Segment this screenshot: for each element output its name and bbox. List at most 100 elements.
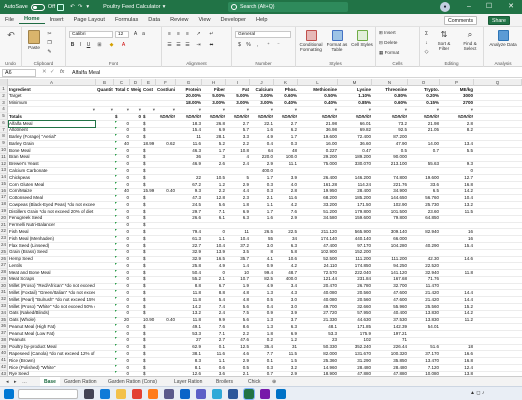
nutrient-value[interactable]: 0.5 <box>373 148 407 155</box>
nutrient-value[interactable] <box>227 168 249 175</box>
nutrient-value[interactable]: 35.850 <box>373 358 407 365</box>
ingredient-cost-unit[interactable]: 0.62 <box>157 141 175 148</box>
nutrient-value[interactable]: 0.9 <box>251 310 273 317</box>
explorer-icon[interactable] <box>116 389 126 399</box>
nutrient-value[interactable]: 22 <box>177 175 201 182</box>
nutrient-value[interactable]: 10.5 <box>203 175 225 182</box>
row-header[interactable]: 16 <box>0 187 8 195</box>
row-header[interactable]: 9 <box>0 140 8 147</box>
nutrient-value[interactable]: 174.140 <box>299 236 337 243</box>
nutrient-value[interactable]: 0.227 <box>299 148 337 155</box>
column-header-o[interactable]: O <box>408 79 440 86</box>
nutrient-value[interactable]: 3.0 <box>251 243 273 250</box>
nutrient-value[interactable]: 22.520 <box>409 263 439 270</box>
sort-filter-button[interactable]: ⇅ Sort & Filter <box>432 30 456 51</box>
target-value[interactable]: 0.20% <box>409 93 439 100</box>
nutrient-value[interactable]: 11 <box>227 229 249 236</box>
target-value[interactable]: 20.00% <box>177 93 201 100</box>
nutrient-value[interactable]: 8.3 <box>177 358 201 365</box>
nutrient-value[interactable]: 1.4 <box>227 263 249 270</box>
nutrient-value[interactable]: 15.2 <box>441 304 473 311</box>
nutrient-value[interactable]: 79.800 <box>373 215 407 222</box>
ingredient-name[interactable]: Rice (Brown) <box>9 358 95 365</box>
minimum-label[interactable]: Minimum <box>9 100 95 107</box>
ingredient-name[interactable]: Alfalfa Meal <box>8 119 96 129</box>
ingredient-cost[interactable]: $ <box>143 154 155 161</box>
nutrient-value[interactable]: 1.1 <box>203 236 225 243</box>
ingredient-quantity[interactable]: 0 <box>115 262 129 270</box>
minimum-value[interactable]: 18.00% <box>177 100 201 107</box>
nutrient-value[interactable]: 40.290 <box>409 243 439 250</box>
nutrient-value[interactable]: 352.240 <box>339 344 371 351</box>
nutrient-value[interactable]: 0.3 <box>251 182 273 189</box>
nutrient-value[interactable]: 565.900 <box>339 229 371 236</box>
ingredient-cost-unit[interactable] <box>157 222 175 229</box>
nutrient-value[interactable]: 50.330 <box>299 344 337 351</box>
ingredient-quantity[interactable]: 0 <box>115 161 129 168</box>
nutrient-value[interactable]: 2.6 <box>203 161 225 168</box>
row-header[interactable]: 30 <box>0 282 8 290</box>
ingredient-cost-unit[interactable]: 0.40 <box>157 317 175 324</box>
ingredient-quantity[interactable]: 0 <box>115 351 129 358</box>
nutrient-value[interactable]: 3.5 <box>227 249 249 256</box>
minimum-value[interactable]: 0.60% <box>373 100 407 107</box>
column-header-h[interactable]: H <box>202 79 226 86</box>
ingredient-cost[interactable]: $ <box>143 331 155 338</box>
nutrient-value[interactable]: 14.4 <box>441 297 473 304</box>
nutrient-value[interactable]: 146.200 <box>339 175 371 182</box>
nutrient-value[interactable]: 5.6 <box>203 202 225 209</box>
nutrient-value[interactable]: 1.3 <box>251 317 273 324</box>
nutrient-value[interactable]: 99.4 <box>251 270 273 277</box>
paste-button[interactable]: Paste <box>25 30 43 50</box>
select-all-corner[interactable] <box>0 79 8 86</box>
nutrient-value[interactable]: 2.9 <box>275 215 297 222</box>
target-value[interactable]: 0.80% <box>373 93 407 100</box>
row-header[interactable]: 36 <box>0 323 8 331</box>
row-header[interactable]: 31 <box>0 289 8 297</box>
ingredient-cost-unit[interactable] <box>157 344 175 351</box>
ingredient-cost-unit[interactable] <box>157 263 175 270</box>
nutrient-value[interactable]: 171.50 <box>339 202 371 209</box>
ingredient-cost[interactable]: $ <box>143 222 155 229</box>
formula-input[interactable]: Alfalfa Meal <box>72 69 100 77</box>
nutrient-value[interactable]: 26.780 <box>339 283 371 290</box>
nutrient-value[interactable]: 0.7 <box>409 148 439 155</box>
ingredient-cost-unit[interactable] <box>157 215 175 222</box>
nutrient-value[interactable]: 179.800 <box>339 209 371 216</box>
ingredient-cost[interactable]: $ <box>143 290 155 297</box>
ingredient-quantity[interactable]: 0 <box>115 256 129 263</box>
store-icon[interactable] <box>164 389 174 399</box>
conditional-formatting-button[interactable]: Conditional Formatting <box>298 30 324 52</box>
ingredient-cost-unit[interactable] <box>157 168 175 175</box>
filter-dropdown-icon[interactable]: ▾ <box>275 107 297 114</box>
nutrient-value[interactable]: 4 <box>227 154 249 161</box>
filter-dropdown-icon[interactable]: ▾ <box>409 107 439 114</box>
ingredient-name[interactable]: Millet (Pearl) "Bulrush" *do not exceed … <box>9 297 95 304</box>
tab-formulas[interactable]: Formulas <box>110 17 143 23</box>
nutrient-value[interactable]: 2.9 <box>227 182 249 189</box>
ingredient-name[interactable]: Allotment <box>9 127 95 134</box>
ingredient-cost-unit[interactable] <box>157 351 175 358</box>
nutrient-value[interactable]: 48.1 <box>299 324 337 331</box>
tab-view[interactable]: View <box>193 17 215 23</box>
nutrient-value[interactable]: 21.420 <box>409 290 439 297</box>
nutrient-value[interactable]: 53.3 <box>177 331 201 338</box>
nutrient-value[interactable]: 33.200 <box>299 202 337 209</box>
ingredient-quantity[interactable]: 0 <box>115 303 129 311</box>
nutrient-value[interactable]: 8 <box>251 249 273 256</box>
nutrient-value[interactable]: 0.3 <box>251 188 273 195</box>
nutrient-value[interactable]: 2.3 <box>227 195 249 202</box>
row-header[interactable]: 38 <box>0 336 8 344</box>
nutrient-value[interactable]: 19.600 <box>299 134 337 141</box>
nutrient-value[interactable]: 26.5 <box>251 229 273 236</box>
ingredient-name[interactable]: Distillers Grain *do not exceed 20% of d… <box>9 209 95 216</box>
row-header[interactable]: 27 <box>0 262 8 270</box>
row-header[interactable]: 4 <box>0 106 8 114</box>
undo-button[interactable]: ↶ <box>4 31 18 41</box>
nutrient-value[interactable]: 56.760 <box>409 195 439 202</box>
nutrient-value[interactable]: 102 <box>339 337 371 344</box>
nutrient-value[interactable] <box>275 168 297 175</box>
nutrient-value[interactable]: 5.8 <box>275 249 297 256</box>
decrease-decimal-icon[interactable]: ⁻ <box>275 42 282 49</box>
nutrient-value[interactable]: 104.280 <box>373 243 407 250</box>
